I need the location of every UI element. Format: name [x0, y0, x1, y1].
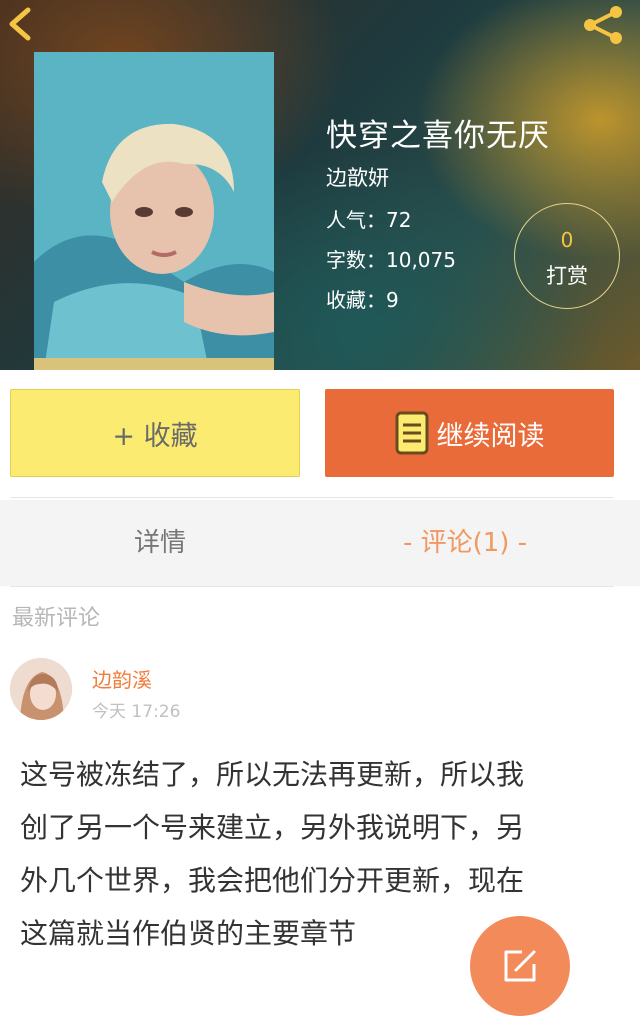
book-title: 快穿之喜你无厌	[326, 118, 550, 154]
divider	[10, 497, 614, 498]
word-count-stat: 字数：10,075	[326, 248, 456, 272]
comment-line: 创了另一个号来建立，另外我说明下，另	[20, 811, 525, 844]
avatar[interactable]	[10, 658, 72, 720]
tip-count: 0	[560, 228, 574, 252]
book-author[interactable]: 边歆妍	[326, 162, 389, 192]
tip-label: 打赏	[546, 264, 588, 288]
tab-bar: 详情 - 评论(1) -	[0, 500, 640, 586]
comment-line: 这号被冻结了，所以无法再更新，所以我	[20, 758, 525, 791]
continue-reading-button[interactable]: 继续阅读	[325, 389, 614, 477]
tab-comments[interactable]: - 评论(1) -	[360, 500, 570, 586]
favorites-stat: 收藏：9	[326, 288, 399, 312]
comment-line: 外几个世界，我会把他们分开更新，现在	[20, 864, 525, 897]
add-favorite-button[interactable]: + 收藏	[10, 389, 300, 477]
book-header: 快穿之喜你无厌 边歆妍 人气：72 字数：10,075 收藏：9 0 打赏	[0, 0, 640, 370]
tab-detail[interactable]: 详情	[60, 500, 260, 586]
latest-comments-label: 最新评论	[12, 606, 101, 631]
add-favorite-label: + 收藏	[112, 420, 198, 452]
book-cover-image[interactable]	[34, 52, 274, 370]
comment-timestamp: 今天 17:26	[92, 702, 181, 722]
edit-icon	[504, 950, 536, 982]
commenter-name[interactable]: 边韵溪	[92, 664, 152, 693]
popularity-stat: 人气：72	[326, 208, 412, 232]
share-icon[interactable]	[578, 4, 630, 46]
book-icon	[395, 411, 428, 455]
write-comment-button[interactable]	[470, 916, 570, 1016]
cover-portrait-illustration	[34, 52, 274, 370]
cover-base-strip	[34, 358, 274, 370]
continue-reading-label: 继续阅读	[436, 420, 545, 452]
back-chevron-icon[interactable]	[4, 6, 38, 42]
tip-button[interactable]: 0 打赏	[514, 203, 620, 309]
divider	[10, 586, 614, 587]
avatar-image	[10, 658, 72, 720]
